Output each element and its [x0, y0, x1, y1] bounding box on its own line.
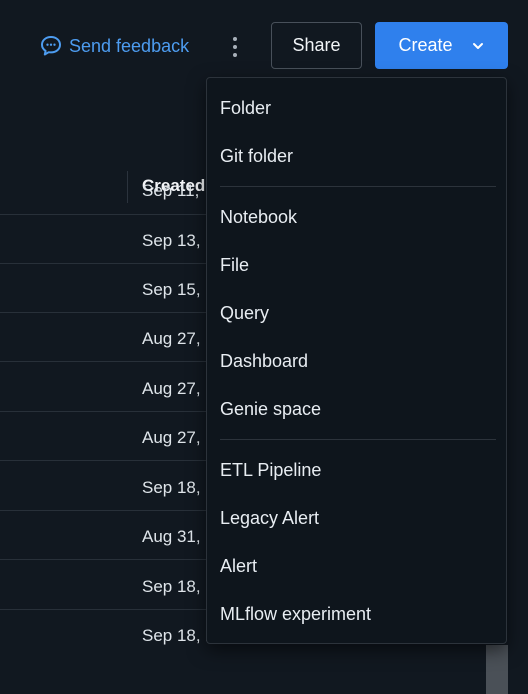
kebab-dot	[233, 53, 237, 57]
menu-item-mlflow-experiment[interactable]: MLflow experiment	[220, 600, 371, 628]
menu-item-file[interactable]: File	[220, 251, 249, 279]
created-date: Sep 15,	[142, 280, 201, 299]
create-button-label: Create	[398, 35, 453, 55]
kebab-dot	[233, 45, 237, 49]
send-feedback-label: Send feedback	[69, 35, 190, 56]
workspace-page: Send feedback Share Create Created Sep 1…	[0, 0, 528, 694]
kebab-menu-icon[interactable]	[223, 32, 247, 62]
menu-item-alert[interactable]: Alert	[220, 552, 257, 580]
menu-item-genie-space[interactable]: Genie space	[220, 395, 321, 423]
share-button-label: Share	[292, 35, 341, 55]
create-button[interactable]: Create	[375, 22, 508, 69]
created-date: Sep 18,	[142, 478, 201, 497]
created-date: Aug 27,	[142, 379, 201, 398]
share-button[interactable]: Share	[271, 22, 362, 69]
created-date: Sep 13,	[142, 231, 201, 250]
menu-item-query[interactable]: Query	[220, 299, 269, 327]
created-date: Aug 27,	[142, 428, 201, 447]
created-date: Sep 11,	[142, 181, 200, 200]
menu-divider	[220, 439, 496, 440]
menu-item-legacy-alert[interactable]: Legacy Alert	[220, 504, 319, 532]
menu-item-git-folder[interactable]: Git folder	[220, 142, 293, 170]
created-date: Aug 31,	[142, 527, 201, 546]
created-date: Aug 27,	[142, 329, 201, 348]
chat-bubble-icon	[39, 34, 63, 58]
created-date: Sep 18,	[142, 577, 201, 596]
kebab-dot	[233, 37, 237, 41]
chevron-down-icon	[471, 39, 485, 53]
menu-item-folder[interactable]: Folder	[220, 94, 271, 122]
create-dropdown-menu: Folder Git folder Notebook File Query Da…	[206, 77, 507, 644]
menu-item-notebook[interactable]: Notebook	[220, 203, 297, 231]
menu-divider	[220, 186, 496, 187]
menu-item-dashboard[interactable]: Dashboard	[220, 347, 308, 375]
send-feedback-link[interactable]: Send feedback	[39, 34, 189, 58]
scrollbar-thumb[interactable]	[486, 645, 508, 694]
menu-item-etl-pipeline[interactable]: ETL Pipeline	[220, 456, 321, 484]
